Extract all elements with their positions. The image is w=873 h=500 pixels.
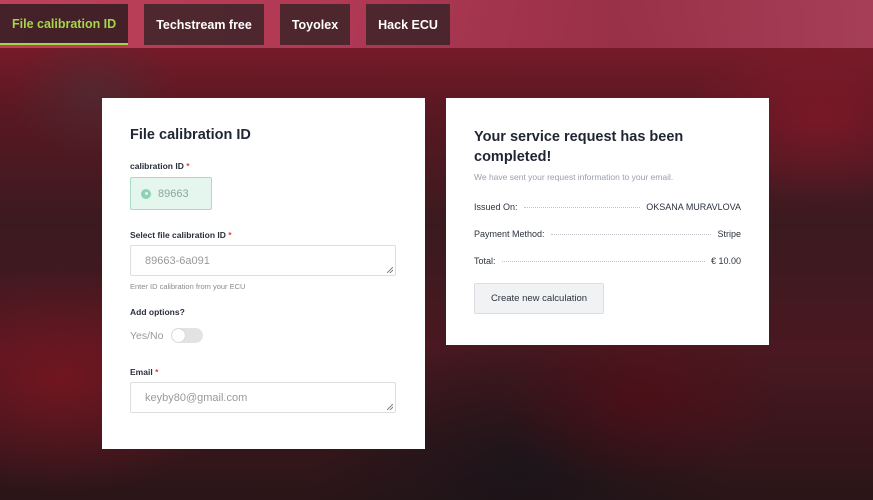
result-card: Your service request has been completed!…: [446, 98, 769, 345]
tab-hack-ecu[interactable]: Hack ECU: [366, 4, 450, 45]
required-mark: *: [186, 161, 190, 171]
tab-toyolex[interactable]: Toyolex: [279, 4, 351, 45]
create-new-calculation-button[interactable]: Create new calculation: [474, 283, 604, 314]
form-title: File calibration ID: [130, 127, 251, 143]
row-label: Issued On:: [474, 202, 518, 212]
email-label: Email *: [130, 367, 159, 377]
result-subtitle: We have sent your request information to…: [474, 172, 674, 182]
email-field[interactable]: keyby80@gmail.com: [130, 382, 396, 413]
required-mark: *: [155, 367, 159, 377]
resize-handle-icon[interactable]: [387, 267, 393, 273]
toggle-knob: [172, 329, 186, 342]
result-row-total: Total: € 10.00: [474, 256, 741, 266]
options-label: Add options?: [130, 307, 185, 317]
select-file-help: Enter ID calibration from your ECU: [130, 282, 246, 291]
row-value: OKSANA MURAVLOVA: [646, 202, 741, 212]
required-mark: *: [228, 230, 232, 240]
tab-techstream-free[interactable]: Techstream free: [144, 4, 264, 45]
check-icon: [141, 188, 151, 199]
options-group: Add options? Yes/No: [130, 307, 397, 343]
email-placeholder: keyby80@gmail.com: [145, 391, 248, 404]
tab-bar: File calibration ID Techstream free Toyo…: [0, 4, 450, 46]
select-file-label: Select file calibration ID *: [130, 230, 232, 240]
select-file-input[interactable]: 89663-6a091: [130, 245, 396, 276]
email-group: Email * keyby80@gmail.com: [130, 367, 397, 413]
row-label: Total:: [474, 256, 496, 266]
select-file-group: Select file calibration ID * 89663-6a091…: [130, 230, 397, 291]
tab-file-calibration-id[interactable]: File calibration ID: [0, 4, 129, 45]
row-label: Payment Method:: [474, 229, 545, 239]
calibration-id-label: calibration ID *: [130, 161, 190, 171]
result-title: Your service request has been completed!: [474, 129, 684, 165]
options-toggle-label: Yes/No: [130, 329, 164, 342]
options-toggle[interactable]: [171, 328, 204, 343]
result-details: Issued On: OKSANA MURAVLOVA Payment Meth…: [474, 202, 741, 266]
options-toggle-row: Yes/No: [130, 328, 397, 343]
row-value: € 10.00: [710, 256, 741, 266]
resize-handle-icon[interactable]: [387, 404, 393, 410]
calibration-id-group: calibration ID * 89663: [130, 161, 397, 210]
result-row-issued: Issued On: OKSANA MURAVLOVA: [474, 202, 741, 212]
calibration-id-field[interactable]: 89663: [130, 177, 212, 210]
row-value: Stripe: [717, 229, 741, 239]
calibration-form-card: File calibration ID calibration ID * 896…: [102, 98, 425, 449]
result-row-payment: Payment Method: Stripe: [474, 229, 741, 239]
select-file-placeholder: 89663-6a091: [145, 254, 210, 267]
calibration-id-value: 89663: [158, 187, 189, 200]
